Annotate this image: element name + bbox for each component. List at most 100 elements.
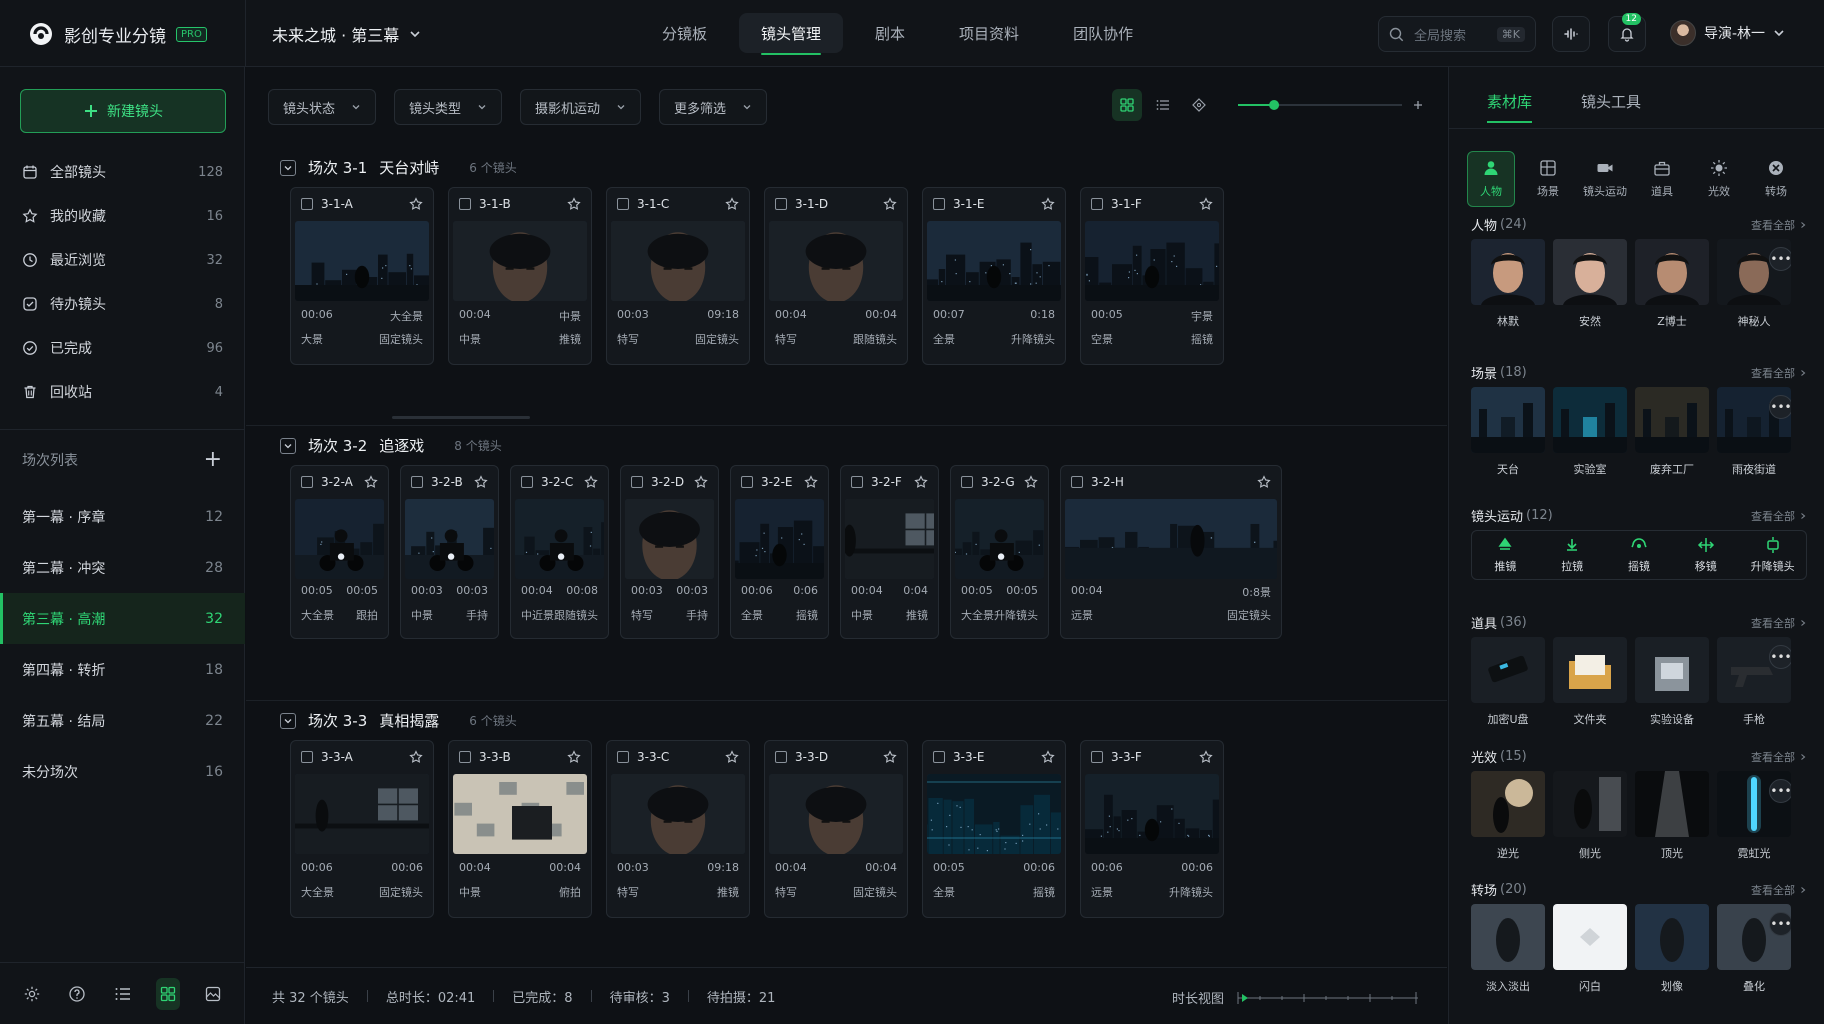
shot-card[interactable]: 3-3-E 00:05 00:06 全景 摇镜 待拍摄 bbox=[922, 740, 1066, 918]
asset-item[interactable]: 实验室 bbox=[1553, 387, 1627, 477]
shot-select-checkbox[interactable] bbox=[961, 476, 973, 488]
star-icon[interactable] bbox=[409, 750, 423, 764]
star-icon[interactable] bbox=[694, 475, 708, 489]
waveform-button[interactable] bbox=[1552, 16, 1590, 52]
act-item[interactable]: 第二幕 · 冲突 28 bbox=[0, 542, 245, 593]
shot-card[interactable]: 3-2-B 00:03 00:03 中景 手持 已完成 bbox=[400, 465, 499, 639]
shot-card[interactable]: 3-3-F 00:06 00:06 远景 升降镜头 待拍摄 bbox=[1080, 740, 1224, 918]
category-lighting[interactable]: 光效 bbox=[1695, 151, 1743, 207]
shot-card[interactable]: 3-3-C 00:03 09:18 特写 推镜 待审核 bbox=[606, 740, 750, 918]
category-characters[interactable]: 人物 bbox=[1467, 151, 1515, 207]
view-all-link[interactable]: 查看全部 bbox=[1751, 882, 1795, 898]
star-icon[interactable] bbox=[364, 475, 378, 489]
asset-item[interactable]: 划像 bbox=[1635, 904, 1709, 994]
horizontal-scrollbar[interactable] bbox=[392, 416, 530, 419]
collapse-icon[interactable] bbox=[280, 437, 296, 454]
more-icon[interactable]: ••• bbox=[1769, 645, 1791, 669]
shot-card[interactable]: 3-3-A 00:06 00:06 大全景 固定镜头 已完成 bbox=[290, 740, 434, 918]
shot-card[interactable]: 3-1-F 00:05 宇景 空景 摇镜 待拍摄 bbox=[1080, 187, 1224, 365]
star-icon[interactable] bbox=[567, 750, 581, 764]
shot-select-checkbox[interactable] bbox=[741, 476, 753, 488]
act-item[interactable]: 第四幕 · 转折 18 bbox=[0, 644, 245, 695]
act-item[interactable]: 未分场次 16 bbox=[0, 746, 245, 797]
filter-camera-move[interactable]: 摄影机运动 bbox=[520, 89, 642, 125]
star-icon[interactable] bbox=[1199, 750, 1213, 764]
star-icon[interactable] bbox=[914, 475, 928, 489]
shot-card[interactable]: 3-1-E 00:07 0:18 全景 升降镜头 待拍摄 bbox=[922, 187, 1066, 365]
star-icon[interactable] bbox=[725, 197, 739, 211]
shot-select-checkbox[interactable] bbox=[1091, 198, 1103, 210]
camera-move-item[interactable]: 移镜 bbox=[1672, 531, 1739, 579]
shot-card[interactable]: 3-2-H 00:04 0:8景 远景 固定镜头 待拍摄 bbox=[1060, 465, 1282, 639]
star-icon[interactable] bbox=[409, 197, 423, 211]
view-all-link[interactable]: 查看全部 bbox=[1751, 508, 1795, 524]
asset-item[interactable]: ••• 叠化 bbox=[1717, 904, 1791, 994]
asset-item[interactable]: 安然 bbox=[1553, 239, 1627, 329]
shot-card[interactable]: 3-2-E 00:06 0:06 全景 摇镜 待拍摄 bbox=[730, 465, 829, 639]
more-icon[interactable]: ••• bbox=[1769, 395, 1791, 419]
notifications-button[interactable]: 12 bbox=[1608, 13, 1646, 52]
tab-project-materials[interactable]: 项目资料 bbox=[937, 13, 1041, 53]
shot-select-checkbox[interactable] bbox=[521, 476, 533, 488]
menu-item-todo[interactable]: 待办镜头 8 bbox=[0, 282, 245, 326]
asset-item[interactable]: 加密U盘 bbox=[1471, 637, 1545, 727]
asset-item[interactable]: 逆光 bbox=[1471, 771, 1545, 861]
scene-header[interactable]: 场次 3-3 真相揭露 6 个镜头 bbox=[280, 710, 517, 731]
scene-header[interactable]: 场次 3-2 追逐戏 8 个镜头 bbox=[280, 435, 502, 456]
shot-card[interactable]: 3-3-D 00:04 00:04 特写 固定镜头 待拍摄 bbox=[764, 740, 908, 918]
timeline-ruler[interactable] bbox=[1236, 991, 1422, 1005]
filter-shot-status[interactable]: 镜头状态 bbox=[268, 89, 377, 125]
settings-button[interactable] bbox=[20, 978, 43, 1010]
asset-item[interactable]: ••• 霓虹光 bbox=[1717, 771, 1791, 861]
help-button[interactable] bbox=[65, 978, 88, 1010]
category-scenes[interactable]: 场景 bbox=[1524, 151, 1572, 207]
tab-script[interactable]: 剧本 bbox=[853, 13, 927, 53]
tab-team[interactable]: 团队协作 bbox=[1051, 13, 1155, 53]
shot-card[interactable]: 3-1-A 00:06 大全景 大景 固定镜头 已完成 bbox=[290, 187, 434, 365]
scene-header[interactable]: 场次 3-1 天台对峙 6 个镜头 bbox=[280, 157, 517, 178]
menu-item-recent[interactable]: 最近浏览 32 bbox=[0, 238, 245, 282]
duration-view[interactable]: 时长视图 bbox=[1172, 988, 1422, 1007]
camera-move-item[interactable]: 拉镜 bbox=[1539, 531, 1606, 579]
star-icon[interactable] bbox=[474, 475, 488, 489]
add-scene-icon[interactable]: + bbox=[204, 447, 222, 472]
shot-select-checkbox[interactable] bbox=[851, 476, 863, 488]
shot-select-checkbox[interactable] bbox=[933, 751, 945, 763]
more-icon[interactable]: ••• bbox=[1769, 247, 1791, 271]
collapse-icon[interactable] bbox=[280, 159, 296, 176]
zoom-slider[interactable] bbox=[1236, 98, 1424, 112]
collapse-icon[interactable] bbox=[280, 712, 296, 729]
view-all-link[interactable]: 查看全部 bbox=[1751, 365, 1795, 381]
tab-asset-library[interactable]: 素材库 bbox=[1487, 91, 1533, 123]
shot-card[interactable]: 3-2-F 00:04 0:04 中景 推镜 待拍摄 bbox=[840, 465, 939, 639]
category-props[interactable]: 道具 bbox=[1638, 151, 1686, 207]
asset-item[interactable]: ••• 神秘人 bbox=[1717, 239, 1791, 329]
asset-item[interactable]: 林默 bbox=[1471, 239, 1545, 329]
star-icon[interactable] bbox=[584, 475, 598, 489]
shot-select-checkbox[interactable] bbox=[617, 751, 629, 763]
menu-item-completed[interactable]: 已完成 96 bbox=[0, 326, 245, 370]
grid-toggle-button[interactable] bbox=[156, 977, 180, 1010]
search-input[interactable]: 全局搜索 ⌘K bbox=[1378, 16, 1536, 52]
star-icon[interactable] bbox=[1041, 197, 1055, 211]
camera-move-item[interactable]: 升降镜头 bbox=[1739, 531, 1806, 579]
asset-item[interactable]: 侧光 bbox=[1553, 771, 1627, 861]
camera-move-item[interactable]: 推镜 bbox=[1472, 531, 1539, 579]
more-icon[interactable]: ••• bbox=[1769, 912, 1791, 936]
shot-select-checkbox[interactable] bbox=[459, 198, 471, 210]
shot-card[interactable]: 3-2-D 00:03 00:03 特写 手持 待审核 bbox=[620, 465, 719, 639]
star-icon[interactable] bbox=[1199, 197, 1213, 211]
shot-card[interactable]: 3-3-B 00:04 00:04 中景 俯拍 已审核 bbox=[448, 740, 592, 918]
star-icon[interactable] bbox=[567, 197, 581, 211]
shot-select-checkbox[interactable] bbox=[1071, 476, 1083, 488]
project-selector[interactable]: 未来之城 · 第三幕 bbox=[272, 22, 421, 46]
asset-item[interactable]: ••• 雨夜街道 bbox=[1717, 387, 1791, 477]
tab-shot-management[interactable]: 镜头管理 bbox=[739, 13, 844, 55]
menu-item-trash[interactable]: 回收站 4 bbox=[0, 370, 245, 414]
asset-item[interactable]: 顶光 bbox=[1635, 771, 1709, 861]
asset-item[interactable]: 闪白 bbox=[1553, 904, 1627, 994]
filter-shot-type[interactable]: 镜头类型 bbox=[394, 89, 503, 125]
menu-item-all-shots[interactable]: 全部镜头 128 bbox=[0, 150, 245, 194]
shot-select-checkbox[interactable] bbox=[301, 476, 313, 488]
asset-item[interactable]: 实验设备 bbox=[1635, 637, 1709, 727]
